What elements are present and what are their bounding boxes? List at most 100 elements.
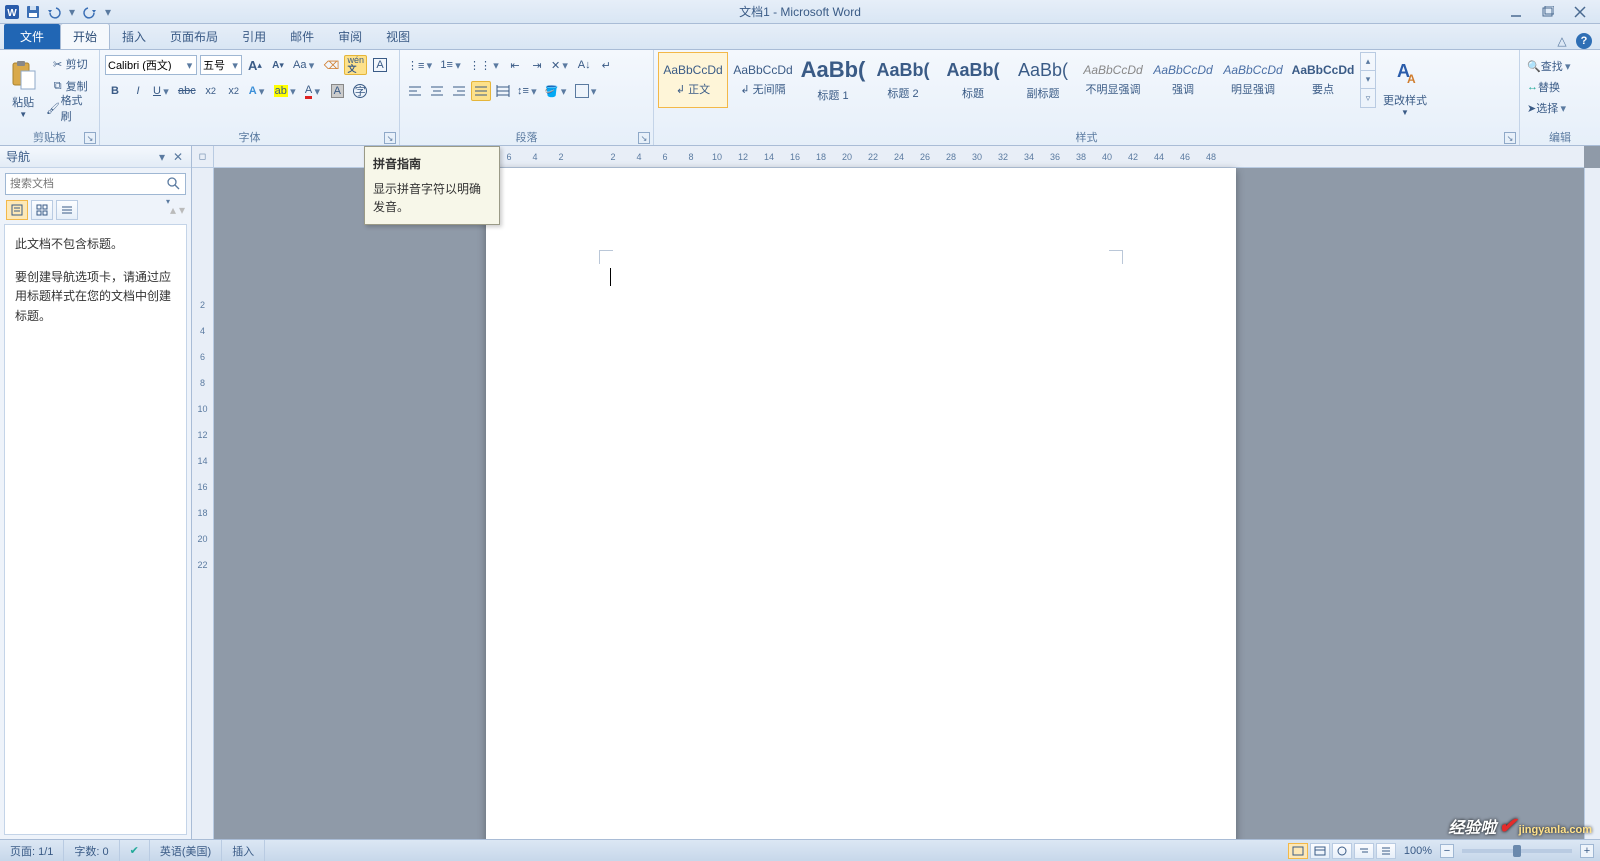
nav-search-input[interactable] [5,173,186,195]
styles-up-icon[interactable]: ▴ [1361,53,1375,71]
format-painter-button[interactable]: 🖌格式刷 [43,98,94,118]
tab-layout[interactable]: 页面布局 [158,24,230,49]
indent-dec-button[interactable]: ⇤ [505,55,525,75]
subscript-button[interactable]: x2 [201,81,221,101]
qat-customize-icon[interactable]: ▾ [103,5,113,19]
highlight-button[interactable]: ab▾ [272,81,300,101]
numbering-button[interactable]: 1≡▾ [438,55,465,75]
style-item-3[interactable]: AaBb(标题 2 [868,52,938,108]
zoom-thumb[interactable] [1513,845,1521,857]
nav-tab-results[interactable] [56,200,78,220]
status-mode[interactable]: 插入 [222,840,265,861]
font-name-combo[interactable]: ▾ [105,55,197,75]
align-center-button[interactable] [427,81,447,101]
nav-next-icon[interactable]: ▾ [179,203,185,217]
save-icon[interactable] [25,4,41,20]
view-full-screen[interactable] [1310,843,1330,859]
shading-button[interactable]: 🪣▾ [543,81,571,101]
grow-font-button[interactable]: A▴ [245,55,265,75]
underline-button[interactable]: U▾ [151,81,173,101]
tab-mailings[interactable]: 邮件 [278,24,326,49]
view-print-layout[interactable] [1288,843,1308,859]
font-size-combo[interactable]: ▾ [200,55,242,75]
document-page[interactable] [486,168,1236,839]
clipboard-launcher[interactable]: ↘ [84,132,96,144]
asian-layout-button[interactable]: ✕▾ [549,55,572,75]
char-shading-button[interactable]: A [327,81,347,101]
align-right-button[interactable] [449,81,469,101]
view-web[interactable] [1332,843,1352,859]
style-item-1[interactable]: AaBbCcDd↲ 无间隔 [728,52,798,108]
style-item-7[interactable]: AaBbCcDd强调 [1148,52,1218,108]
style-item-0[interactable]: AaBbCcDd↲ 正文 [658,52,728,108]
status-proof[interactable]: ✔ [120,840,150,861]
show-marks-button[interactable]: ↵ [596,55,616,75]
view-draft[interactable] [1376,843,1396,859]
align-distribute-button[interactable] [493,81,513,101]
align-justify-button[interactable] [471,81,491,101]
style-item-9[interactable]: AaBbCcDd要点 [1288,52,1358,108]
font-launcher[interactable]: ↘ [384,132,396,144]
view-outline[interactable] [1354,843,1374,859]
indent-inc-button[interactable]: ⇥ [527,55,547,75]
bold-button[interactable]: B [105,81,125,101]
minimize-ribbon-icon[interactable]: △ [1554,33,1570,49]
tab-review[interactable]: 审阅 [326,24,374,49]
undo-dropdown-icon[interactable]: ▾ [67,5,77,19]
shrink-font-button[interactable]: A▾ [268,55,288,75]
help-icon[interactable]: ? [1576,33,1592,49]
tab-home[interactable]: 开始 [60,23,110,49]
zoom-in-button[interactable]: + [1580,844,1594,858]
text-effects-button[interactable]: A▾ [247,81,269,101]
status-language[interactable]: 英语(美国) [150,840,222,861]
style-item-4[interactable]: AaBb(标题 [938,52,1008,108]
styles-more-icon[interactable]: ▿ [1361,89,1375,107]
zoom-level[interactable]: 100% [1404,845,1432,857]
enclose-char-button[interactable]: 字 [350,81,370,101]
zoom-out-button[interactable]: − [1440,844,1454,858]
style-item-6[interactable]: AaBbCcDd不明显强调 [1078,52,1148,108]
nav-close-icon[interactable]: ✕ [171,150,185,164]
status-words[interactable]: 字数: 0 [64,840,119,861]
close-button[interactable] [1570,4,1590,20]
styles-gallery[interactable]: AaBbCcDd↲ 正文AaBbCcDd↲ 无间隔AaBb(标题 1AaBb(标… [658,52,1358,108]
multilevel-button[interactable]: ⋮⋮▾ [467,55,503,75]
styles-launcher[interactable]: ↘ [1504,132,1516,144]
font-color-button[interactable]: A▾ [303,81,324,101]
cut-button[interactable]: ✂剪切 [43,54,94,74]
nav-tab-pages[interactable] [31,200,53,220]
tab-references[interactable]: 引用 [230,24,278,49]
paste-button[interactable]: 粘贴 ▼ [5,54,41,124]
clear-format-button[interactable]: ⌫ [321,55,341,75]
bullets-button[interactable]: ⋮≡▾ [405,55,436,75]
style-item-2[interactable]: AaBb(标题 1 [798,52,868,108]
tab-file[interactable]: 文件 [4,24,60,49]
select-button[interactable]: ➤选择▾ [1525,98,1595,118]
char-border-button[interactable]: A [370,55,390,75]
find-button[interactable]: 🔍查找▾ [1525,56,1595,76]
style-item-5[interactable]: AaBb(副标题 [1008,52,1078,108]
replace-button[interactable]: ↔替换 [1525,77,1595,97]
borders-button[interactable]: ▾ [573,81,601,101]
status-page[interactable]: 页面: 1/1 [0,840,64,861]
change-styles-button[interactable]: AA 更改样式▼ [1380,52,1430,122]
vertical-ruler[interactable]: 246810121416182022 [192,168,214,839]
search-icon[interactable]: ▾ [166,176,182,192]
style-item-8[interactable]: AaBbCcDd明显强调 [1218,52,1288,108]
tab-view[interactable]: 视图 [374,24,422,49]
zoom-slider[interactable] [1462,849,1572,853]
minimize-button[interactable] [1506,4,1526,20]
line-spacing-button[interactable]: ↕≡▾ [515,81,541,101]
italic-button[interactable]: I [128,81,148,101]
strikethrough-button[interactable]: abc [176,81,198,101]
undo-icon[interactable] [46,4,62,20]
styles-down-icon[interactable]: ▾ [1361,71,1375,89]
sort-button[interactable]: A↓ [574,55,594,75]
nav-tab-headings[interactable] [6,200,28,220]
ruler-corner[interactable]: ◻ [192,146,214,168]
align-left-button[interactable] [405,81,425,101]
tab-insert[interactable]: 插入 [110,24,158,49]
paragraph-launcher[interactable]: ↘ [638,132,650,144]
phonetic-guide-button[interactable]: wén文 [344,55,367,75]
maximize-button[interactable] [1538,4,1558,20]
